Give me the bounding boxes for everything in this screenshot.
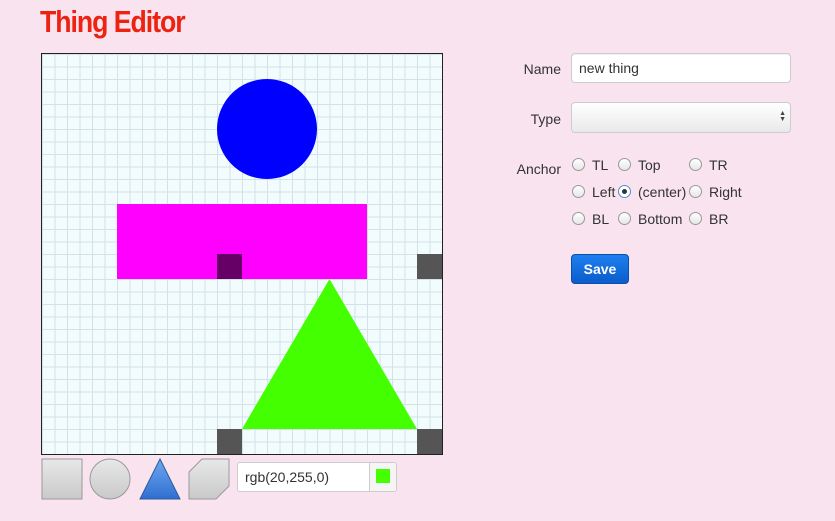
parallelogram-tool-button[interactable] [188, 458, 230, 500]
square-tool-button[interactable] [41, 458, 83, 500]
anchor-option-label: TL [592, 157, 609, 173]
anchor-radio-br[interactable] [689, 212, 702, 225]
anchor-option-label: Right [709, 184, 742, 200]
color-input[interactable]: rgb(20,255,0) [237, 462, 397, 492]
anchor-radio-tl[interactable] [572, 158, 585, 171]
type-label: Type [530, 111, 561, 127]
name-label: Name [523, 61, 561, 77]
page-title: Thing Editor [40, 4, 186, 39]
resize-handle-right[interactable] [417, 254, 442, 279]
color-picker-button[interactable] [369, 463, 396, 491]
anchor-option-label: Top [638, 157, 661, 173]
anchor-radio-left[interactable] [572, 185, 585, 198]
anchor-label: Anchor [516, 161, 561, 177]
anchor-option-label: TR [709, 157, 728, 173]
resize-handle-bottom-right[interactable] [417, 429, 442, 454]
anchor-option-label: Bottom [638, 211, 683, 227]
anchor-radio-top[interactable] [618, 158, 631, 171]
anchor-option-label: BL [592, 211, 610, 227]
circle-tool-button[interactable] [89, 458, 131, 500]
anchor-radio-tr[interactable] [689, 158, 702, 171]
anchor-option-label: BR [709, 211, 729, 227]
name-value: new thing [579, 60, 639, 76]
circle-icon [89, 458, 131, 500]
square-icon [41, 458, 83, 500]
drawing-canvas[interactable] [41, 53, 443, 455]
anchor-radio-right[interactable] [689, 185, 702, 198]
color-swatch [376, 469, 390, 483]
green-triangle-shape[interactable] [242, 279, 417, 429]
anchor-marker [217, 254, 242, 279]
name-field[interactable]: new thing [571, 53, 791, 83]
type-select[interactable]: ▲ ▼ [571, 102, 791, 133]
triangle-icon [139, 457, 181, 500]
resize-handle-bottom-left[interactable] [217, 429, 242, 454]
blue-circle-shape[interactable] [217, 79, 317, 179]
triangle-tool-button[interactable] [139, 457, 181, 500]
save-button[interactable]: Save [571, 254, 629, 284]
select-arrows-icon: ▲ ▼ [779, 110, 786, 123]
anchor-radio-bl[interactable] [572, 212, 585, 225]
anchor-radio-center[interactable] [618, 185, 631, 198]
color-value: rgb(20,255,0) [245, 469, 330, 485]
anchor-radio-bottom[interactable] [618, 212, 631, 225]
anchor-option-label: Left [592, 184, 616, 200]
anchor-option-label: (center) [638, 184, 687, 200]
parallelogram-icon [188, 458, 230, 500]
